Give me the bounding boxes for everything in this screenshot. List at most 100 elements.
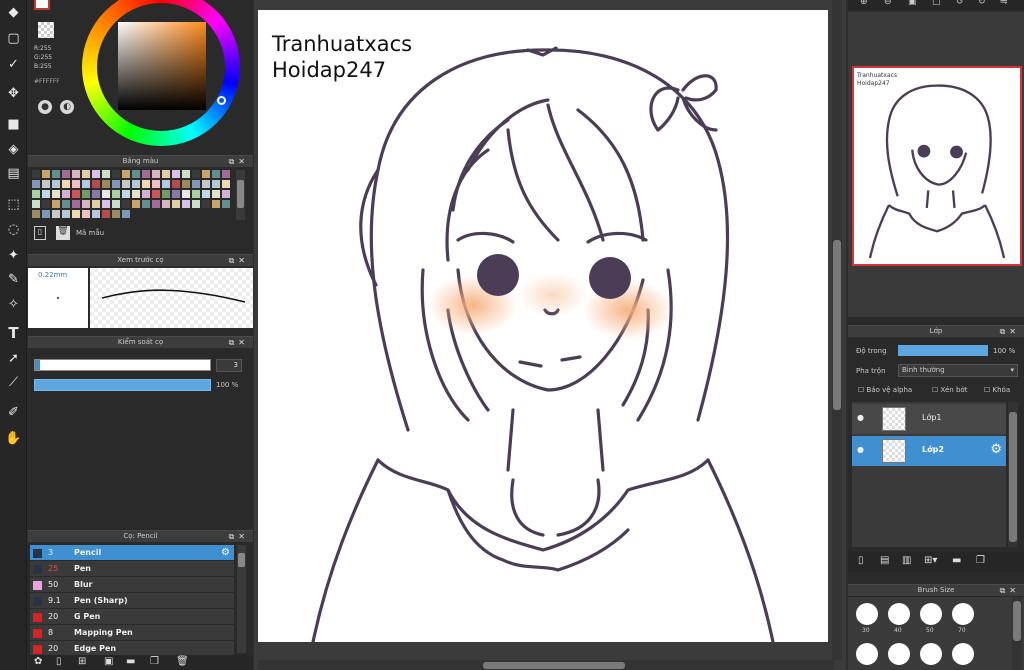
copy-brush-icon[interactable]: ▣ <box>104 656 113 667</box>
palette-swatch[interactable] <box>152 200 160 208</box>
palette-swatch[interactable] <box>152 170 160 178</box>
brush-size-value[interactable]: 3 <box>216 359 242 372</box>
palette-swatch[interactable] <box>92 210 100 218</box>
bucket-tool-icon[interactable]: ◈ <box>3 139 24 159</box>
palette-swatch[interactable] <box>72 180 80 188</box>
palette-swatch[interactable] <box>132 200 140 208</box>
brush-item[interactable]: 9.1 Pen (Sharp) <box>30 593 234 609</box>
brush-item[interactable]: 25 Pen <box>30 561 234 577</box>
brush-size-70[interactable] <box>952 603 974 625</box>
fit-icon[interactable]: ▣ <box>908 0 917 7</box>
palette-swatch[interactable] <box>142 190 150 198</box>
palette-swatch[interactable] <box>182 180 190 188</box>
palette-swatch[interactable] <box>112 200 120 208</box>
fill-rect-tool-icon[interactable]: ■ <box>3 114 24 134</box>
brush-size-slider[interactable] <box>34 359 211 371</box>
palette-swatch[interactable] <box>172 170 180 178</box>
palette-swatch[interactable] <box>102 170 110 178</box>
primary-color-swatch[interactable] <box>34 0 50 10</box>
palette-swatch[interactable] <box>102 190 110 198</box>
palette-swatch[interactable] <box>162 170 170 178</box>
brush-size-40[interactable] <box>888 603 910 625</box>
zoom-out-icon[interactable]: ⊖ <box>884 0 892 7</box>
brush-item[interactable]: 3 Pencil ⚙ <box>30 545 234 561</box>
palette-swatch[interactable] <box>52 210 60 218</box>
magic-wand-tool-icon[interactable]: ✦ <box>3 245 24 265</box>
brush-size-30[interactable] <box>856 603 878 625</box>
duplicate-layer-icon[interactable]: ❐ <box>976 555 985 566</box>
palette-swatch[interactable] <box>122 180 130 188</box>
palette-swatch[interactable] <box>202 180 210 188</box>
layer-row-selected[interactable]: ● Lớp2 ⚙ <box>852 436 1006 466</box>
layer-scrollbar[interactable] <box>1008 402 1018 547</box>
navigator-thumbnail[interactable]: Tranhuatxacs Hoidap247 <box>852 66 1022 266</box>
palette-swatch[interactable] <box>82 200 90 208</box>
brush-item[interactable]: 20 Edge Pen <box>30 641 234 655</box>
palette-swatch[interactable] <box>72 190 80 198</box>
panel-controls-icon[interactable]: ⧉✕ <box>229 531 249 542</box>
new-page-icon[interactable]: ▯ <box>34 226 46 240</box>
palette-swatch[interactable] <box>172 180 180 188</box>
palette-swatch[interactable] <box>92 170 100 178</box>
brush-size-next-row[interactable] <box>888 643 910 665</box>
palette-swatch[interactable] <box>182 170 190 178</box>
palette-swatch[interactable] <box>52 190 60 198</box>
brush-size-next-row[interactable] <box>952 643 974 665</box>
panel-controls-icon[interactable]: ⧉✕ <box>229 255 249 266</box>
palette-swatch[interactable] <box>72 200 80 208</box>
brush-item[interactable]: 50 Blur <box>30 577 234 593</box>
palette-scrollbar[interactable] <box>236 170 245 220</box>
palette-swatch[interactable] <box>222 170 230 178</box>
gradient-tool-icon[interactable]: ▤ <box>3 163 24 183</box>
palette-icon[interactable]: ● <box>38 100 52 114</box>
palette-swatch[interactable] <box>72 170 80 178</box>
canvas-horizontal-scrollbar[interactable] <box>258 660 834 670</box>
new-layer-1bit-icon[interactable]: ▥ <box>902 555 911 566</box>
palette-swatch[interactable] <box>192 190 200 198</box>
eyedropper-tool-icon[interactable]: ⟋ <box>3 372 24 392</box>
visibility-icon[interactable]: ● <box>857 413 864 422</box>
flip-icon[interactable]: ⇋ <box>1000 0 1008 7</box>
palette-swatch[interactable] <box>92 190 100 198</box>
brush-size-50[interactable] <box>920 603 942 625</box>
palette-swatch[interactable] <box>82 210 90 218</box>
palette-swatch[interactable] <box>202 200 210 208</box>
new-layer-8bit-icon[interactable]: ▤ <box>880 555 889 566</box>
folder-icon[interactable]: ▬ <box>126 656 135 667</box>
palette-swatch[interactable] <box>192 180 200 188</box>
rotate-right-icon[interactable]: ↻ <box>978 0 986 7</box>
trash-icon[interactable]: 🗑 <box>56 226 70 240</box>
gear-icon[interactable]: ⚙ <box>990 442 1002 457</box>
palette-swatch[interactable] <box>222 200 230 208</box>
cursor-tool-icon[interactable]: ➚ <box>3 348 24 368</box>
palette-swatch[interactable] <box>122 190 130 198</box>
palette-swatch[interactable] <box>182 200 190 208</box>
select-pen-tool-icon[interactable]: ✎ <box>3 269 24 289</box>
brush-item[interactable]: 20 G Pen <box>30 609 234 625</box>
palette-swatch[interactable] <box>32 180 40 188</box>
panel-controls-icon[interactable]: ⧉✕ <box>229 337 249 348</box>
new-brush-icon[interactable]: ▯ <box>56 656 62 667</box>
palette-swatch[interactable] <box>32 210 40 218</box>
palette-swatch[interactable] <box>52 200 60 208</box>
hue-selector-handle[interactable] <box>217 96 226 105</box>
saturation-value-square[interactable] <box>118 22 206 110</box>
palette-swatch[interactable] <box>32 200 40 208</box>
palette-swatch[interactable] <box>62 200 70 208</box>
palette-swatch[interactable] <box>202 170 210 178</box>
panel-controls-icon[interactable]: ⧉✕ <box>1000 326 1020 337</box>
palette-swatch[interactable] <box>192 200 200 208</box>
protect-alpha-checkbox[interactable]: ☐ Bảo vệ alpha <box>858 386 912 394</box>
duplicate-icon[interactable]: ❐ <box>150 656 159 667</box>
palette-swatch[interactable] <box>102 180 110 188</box>
hand-tool-icon[interactable]: ✋ <box>3 428 24 448</box>
transparent-color-swatch[interactable] <box>38 22 54 38</box>
panel-controls-icon[interactable]: ⧉✕ <box>229 156 249 167</box>
palette-swatch[interactable] <box>52 170 60 178</box>
palette-swatch[interactable] <box>62 190 70 198</box>
canvas-vertical-scrollbar[interactable] <box>832 0 842 660</box>
palette-swatch[interactable] <box>212 200 220 208</box>
palette-swatch[interactable] <box>102 210 110 218</box>
panel-controls-icon[interactable]: ⧉✕ <box>1000 585 1020 596</box>
new-layer-icon[interactable]: ▯ <box>858 555 864 566</box>
